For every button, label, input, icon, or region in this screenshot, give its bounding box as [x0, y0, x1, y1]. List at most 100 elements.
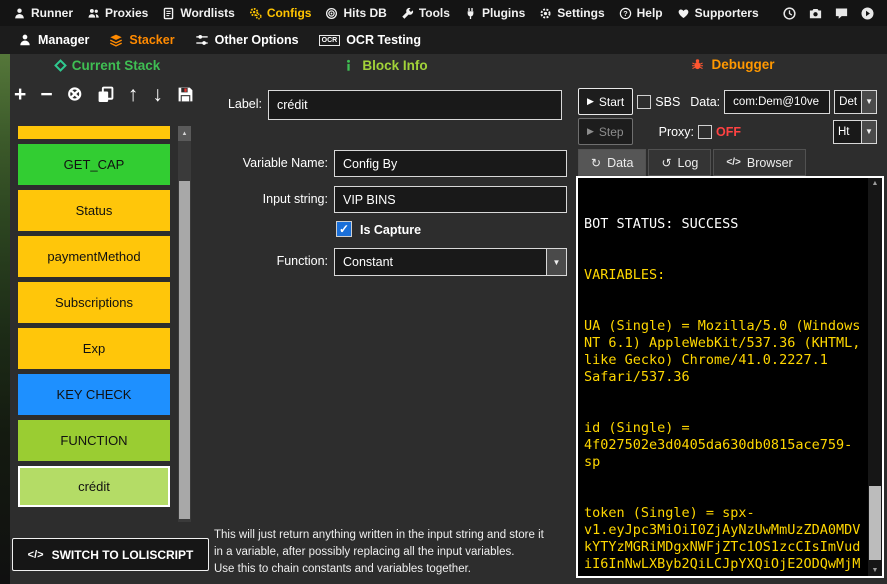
block-info-header: Block Info: [300, 58, 470, 73]
topbar-right-icons: [782, 6, 881, 21]
nav-wordlists[interactable]: Wordlists: [155, 0, 241, 26]
console-line: UA (Single) = Mozilla/5.0 (Windows NT 6.…: [584, 318, 864, 386]
console-line: token (Single) = spx-v1.eyJpc3MiOiI0ZjAy…: [584, 505, 864, 572]
proxy-checkbox[interactable]: [698, 125, 712, 139]
proxy-status: OFF: [716, 125, 741, 139]
stack-block-paymentmethod[interactable]: paymentMethod: [18, 236, 170, 277]
scroll-up-button[interactable]: ▲: [178, 126, 191, 141]
tab-manager[interactable]: Manager: [8, 33, 99, 47]
tab-stacker[interactable]: Stacker: [99, 33, 184, 47]
wrench-icon: [401, 7, 414, 20]
chevron-down-icon[interactable]: ▼: [861, 121, 876, 143]
stack-block-credit-selected[interactable]: crédit: [18, 466, 170, 507]
person-icon: [18, 33, 32, 47]
tab-browser[interactable]: </> Browser: [713, 149, 805, 176]
background-image-strip: [0, 54, 10, 584]
console-scrollbar[interactable]: ▲ ▼: [868, 178, 882, 576]
proxy-label: Proxy:: [659, 125, 694, 139]
clone-block-button[interactable]: [97, 86, 114, 103]
is-capture-label: Is Capture: [360, 223, 421, 237]
console-line: VARIABLES:: [584, 267, 864, 284]
share-arrow-icon[interactable]: [860, 6, 875, 21]
stack-block-function[interactable]: FUNCTION: [18, 420, 170, 461]
person-icon: [13, 7, 26, 20]
top-menubar: Runner Proxies Wordlists Configs Hits DB…: [0, 0, 887, 26]
nav-proxies[interactable]: Proxies: [80, 0, 155, 26]
stack-scrollbar[interactable]: ▲: [178, 126, 191, 522]
tab-data[interactable]: ↻ Data: [578, 149, 646, 176]
scroll-down-button[interactable]: ▼: [868, 567, 882, 574]
nav-runner[interactable]: Runner: [6, 0, 80, 26]
chevron-down-icon[interactable]: ▼: [546, 249, 566, 275]
debugger-row-1: ▶ Start SBS Data: Det ▼: [578, 88, 877, 115]
disable-block-button[interactable]: ⊗: [67, 85, 83, 104]
check-icon: ✓: [339, 222, 349, 236]
remove-block-button[interactable]: −: [40, 84, 52, 105]
variable-name-label: Variable Name:: [214, 156, 328, 170]
nav-supporters[interactable]: Supporters: [670, 0, 766, 26]
tab-log[interactable]: ↺ Log: [648, 149, 711, 176]
nav-hits-db[interactable]: Hits DB: [318, 0, 393, 26]
stack-block-status[interactable]: Status: [18, 190, 170, 231]
two-persons-icon: [87, 7, 100, 20]
debugger-header: Debugger: [648, 57, 818, 72]
nav-help[interactable]: ? Help: [612, 0, 670, 26]
nav-configs[interactable]: Configs: [242, 0, 319, 26]
debugger-console: BOT STATUS: SUCCESS VARIABLES: UA (Singl…: [576, 176, 884, 578]
current-stack-header: Current Stack: [28, 58, 188, 73]
history-icon[interactable]: [782, 6, 797, 21]
nav-settings[interactable]: Settings: [532, 0, 611, 26]
sbs-checkbox[interactable]: [637, 95, 651, 109]
debugger-tabs: ↻ Data ↺ Log </> Browser: [578, 149, 806, 176]
tab-other-options[interactable]: Other Options: [185, 33, 309, 47]
variable-name-input[interactable]: [334, 150, 567, 177]
input-string-input[interactable]: [334, 186, 567, 213]
switch-to-loliscript-button[interactable]: </> SWITCH TO LOLISCRIPT: [12, 538, 209, 571]
debugger-row-2: ▶ Step Proxy: OFF Ht ▼: [578, 118, 877, 145]
config-submenu: Manager Stacker Other Options OCR OCR Te…: [0, 26, 887, 54]
block-description: This will just return anything written i…: [214, 527, 544, 578]
nav-plugins[interactable]: Plugins: [457, 0, 532, 26]
console-line: BOT STATUS: SUCCESS: [584, 216, 864, 233]
play-icon: ▶: [587, 96, 594, 107]
console-scrollbar-thumb[interactable]: [869, 486, 881, 560]
step-button[interactable]: ▶ Step: [578, 118, 633, 145]
sliders-icon: [195, 33, 209, 47]
openbullet-window: Runner Proxies Wordlists Configs Hits DB…: [0, 0, 887, 584]
start-button[interactable]: ▶ Start: [578, 88, 633, 115]
stack-scrollbar-thumb[interactable]: [179, 181, 190, 519]
tab-ocr-testing[interactable]: OCR OCR Testing: [309, 33, 431, 47]
console-output[interactable]: BOT STATUS: SUCCESS VARIABLES: UA (Singl…: [584, 182, 864, 572]
move-up-button[interactable]: ↑: [128, 84, 139, 105]
target-icon: [325, 7, 338, 20]
svg-text:?: ?: [623, 9, 628, 18]
chevron-down-icon[interactable]: ▼: [861, 91, 876, 113]
scroll-up-button[interactable]: ▲: [868, 180, 882, 187]
function-label: Function:: [214, 254, 328, 268]
stack-block-subscriptions[interactable]: Subscriptions: [18, 282, 170, 323]
gears-icon: [249, 7, 262, 20]
proxy-type-dropdown[interactable]: Ht ▼: [833, 120, 877, 144]
stack-toolbar: + − ⊗ ↑ ↓: [14, 84, 194, 105]
add-block-button[interactable]: +: [14, 84, 26, 105]
plug-icon: [464, 7, 477, 20]
function-dropdown[interactable]: Constant ▼: [334, 248, 567, 276]
diamond-icon: [54, 59, 67, 72]
is-capture-checkbox[interactable]: ✓: [336, 221, 352, 237]
wordlist-type-dropdown[interactable]: Det ▼: [834, 90, 877, 114]
stack-block-get-cap[interactable]: GET_CAP: [18, 144, 170, 185]
nav-tools[interactable]: Tools: [394, 0, 457, 26]
stack-block-keycheck[interactable]: KEY CHECK: [18, 374, 170, 415]
stack-block-exp[interactable]: Exp: [18, 328, 170, 369]
chat-icon[interactable]: [834, 6, 849, 21]
data-input[interactable]: [724, 90, 830, 114]
refresh-icon: ↻: [591, 156, 601, 170]
heart-icon: [677, 7, 690, 20]
label-input[interactable]: [268, 90, 562, 120]
ocr-icon: OCR: [319, 35, 341, 46]
camera-icon[interactable]: [808, 6, 823, 21]
save-config-button[interactable]: [177, 86, 194, 103]
question-icon: ?: [619, 7, 632, 20]
move-down-button[interactable]: ↓: [152, 84, 163, 105]
stack-block-partial[interactable]: [18, 126, 170, 139]
